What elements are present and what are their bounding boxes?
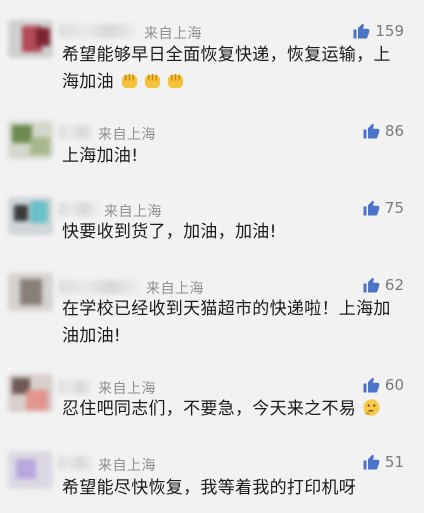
like-button[interactable]: 51 (362, 453, 404, 471)
avatar[interactable] (8, 273, 53, 311)
username-blurred[interactable] (58, 380, 92, 394)
like-button[interactable]: 60 (362, 376, 404, 394)
comment-body: 上海加油! (62, 146, 139, 166)
like-count: 86 (384, 122, 404, 140)
like-count: 51 (384, 453, 404, 471)
comment-body: 忍住吧同志们，不要急，今天来之不易 (62, 399, 357, 419)
like-button[interactable]: 86 (362, 122, 404, 140)
comment-text: 忍住吧同志们，不要急，今天来之不易 (62, 396, 407, 423)
location-label: 来自上海 (146, 281, 204, 297)
avatar[interactable] (8, 197, 53, 235)
like-count: 60 (384, 376, 404, 394)
comment-body: 希望能尽快恢复，我等着我的打印机呀 (62, 478, 357, 498)
avatar[interactable] (8, 374, 53, 412)
thumbs-up-icon (363, 454, 380, 470)
location-label: 来自上海 (98, 127, 156, 143)
thumbs-up-icon (353, 23, 370, 39)
fist-emoji (121, 73, 137, 89)
comment-text: 希望能尽快恢复，我等着我的打印机呀 (62, 475, 407, 502)
like-count: 75 (384, 199, 404, 217)
comment-body: 快要收到货了，加油，加油! (62, 222, 277, 242)
comment-text: 在学校已经收到天猫超市的快递啦！上海加油加油! (62, 296, 407, 350)
comment-body: 在学校已经收到天猫超市的快递啦！上海加油加油! (62, 299, 391, 346)
username-blurred[interactable] (58, 24, 136, 38)
like-count: 62 (384, 276, 404, 294)
like-button[interactable]: 75 (362, 199, 404, 217)
like-count: 159 (375, 22, 404, 40)
avatar[interactable] (8, 121, 53, 159)
avatar[interactable] (8, 20, 53, 58)
username-blurred[interactable] (58, 280, 138, 294)
username-blurred[interactable] (58, 202, 98, 216)
username-blurred[interactable] (58, 125, 94, 139)
thumbs-up-icon (363, 377, 380, 393)
comment-body: 希望能够早日全面恢复快递，恢复运输，上海加油 (62, 45, 391, 92)
location-label: 来自上海 (104, 204, 162, 220)
like-button[interactable]: 159 (352, 22, 404, 40)
thinking-face-emoji (363, 399, 380, 416)
comment-text: 上海加油! (62, 143, 407, 170)
like-button[interactable]: 62 (362, 276, 404, 294)
location-label: 来自上海 (144, 26, 202, 42)
fist-emoji (167, 73, 183, 89)
avatar[interactable] (8, 451, 53, 489)
thumbs-up-icon (363, 123, 380, 139)
fist-emoji (144, 73, 160, 89)
thumbs-up-icon (363, 200, 380, 216)
location-label: 来自上海 (98, 381, 156, 397)
comment-text: 希望能够早日全面恢复快递，恢复运输，上海加油 (62, 42, 407, 96)
username-blurred[interactable] (58, 456, 92, 470)
comment-text: 快要收到货了，加油，加油! (62, 219, 407, 246)
thumbs-up-icon (363, 277, 380, 293)
location-label: 来自上海 (98, 458, 156, 474)
